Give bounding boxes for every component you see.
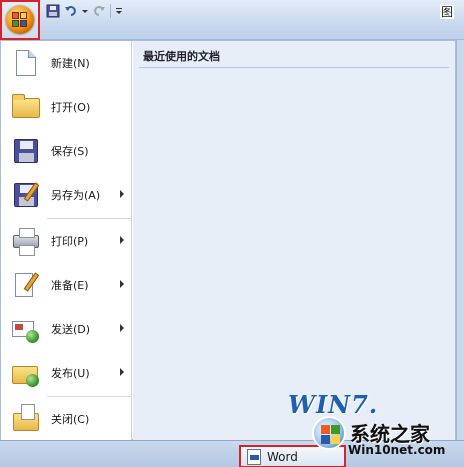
submenu-arrow-icon	[120, 190, 124, 198]
prepare-icon	[11, 270, 41, 300]
separator	[110, 4, 111, 18]
save-icon	[11, 136, 41, 166]
redo-icon[interactable]	[92, 4, 106, 18]
title-bar: 图	[0, 0, 464, 40]
quick-access-toolbar	[46, 3, 123, 19]
submenu-arrow-icon	[120, 324, 124, 332]
send-icon	[11, 314, 41, 344]
menu-item-label: 另存为(A)	[51, 189, 101, 202]
dropdown-chevron-icon[interactable]	[82, 4, 88, 18]
open-folder-icon	[11, 92, 41, 122]
menu-item-publish[interactable]: 发布(U)	[1, 351, 132, 395]
undo-icon[interactable]	[64, 4, 78, 18]
watermark-logo: WIN7.	[288, 390, 379, 419]
menu-item-print[interactable]: 打印(P)	[1, 219, 132, 263]
menu-item-label: 发送(D)	[51, 323, 91, 336]
close-folder-icon	[11, 404, 41, 434]
menu-item-label: 打印(P)	[51, 235, 89, 248]
word-document-icon	[247, 448, 261, 465]
menu-item-save-as[interactable]: 另存为(A)	[1, 173, 132, 217]
menu-item-label: 关闭(C)	[51, 413, 90, 426]
submenu-arrow-icon	[120, 280, 124, 288]
windows-logo-icon	[312, 416, 346, 450]
recent-documents-pane: 最近使用的文档	[133, 41, 455, 441]
menu-item-label: 准备(E)	[51, 279, 89, 292]
menu-item-label: 发布(U)	[51, 367, 90, 380]
submenu-arrow-icon	[120, 368, 124, 376]
recent-documents-title: 最近使用的文档	[143, 50, 220, 63]
customize-icon[interactable]	[115, 4, 123, 18]
menu-item-prepare[interactable]: 准备(E)	[1, 263, 132, 307]
menu-item-send[interactable]: 发送(D)	[1, 307, 132, 351]
submenu-arrow-icon	[120, 236, 124, 244]
office-button[interactable]	[0, 0, 40, 40]
new-document-icon	[11, 48, 41, 78]
menu-item-new[interactable]: 新建(N)	[1, 41, 132, 85]
recent-documents-divider	[139, 67, 449, 68]
menu-item-label: 新建(N)	[51, 57, 90, 70]
save-as-icon	[11, 180, 41, 210]
office-logo-icon	[6, 6, 34, 34]
menu-item-save[interactable]: 保存(S)	[1, 129, 132, 173]
window-edge	[456, 40, 464, 440]
save-icon[interactable]	[46, 4, 60, 18]
office-menu: 新建(N) 打开(O) 保存(S) 另存为(A) 打印(P) 准备(E) 发送(…	[0, 40, 456, 441]
menu-item-close[interactable]: 关闭(C)	[1, 397, 132, 441]
menu-commands: 新建(N) 打开(O) 保存(S) 另存为(A) 打印(P) 准备(E) 发送(…	[1, 41, 132, 441]
print-icon	[11, 226, 41, 256]
watermark: WIN7. 系统之家 Win10net.com	[288, 390, 464, 467]
menu-item-open[interactable]: 打开(O)	[1, 85, 132, 129]
title-right-text: 图	[440, 5, 455, 19]
watermark-url: Win10net.com	[348, 443, 446, 457]
menu-item-label: 保存(S)	[51, 145, 89, 158]
menu-item-label: 打开(O)	[51, 101, 91, 114]
publish-icon	[11, 358, 41, 388]
